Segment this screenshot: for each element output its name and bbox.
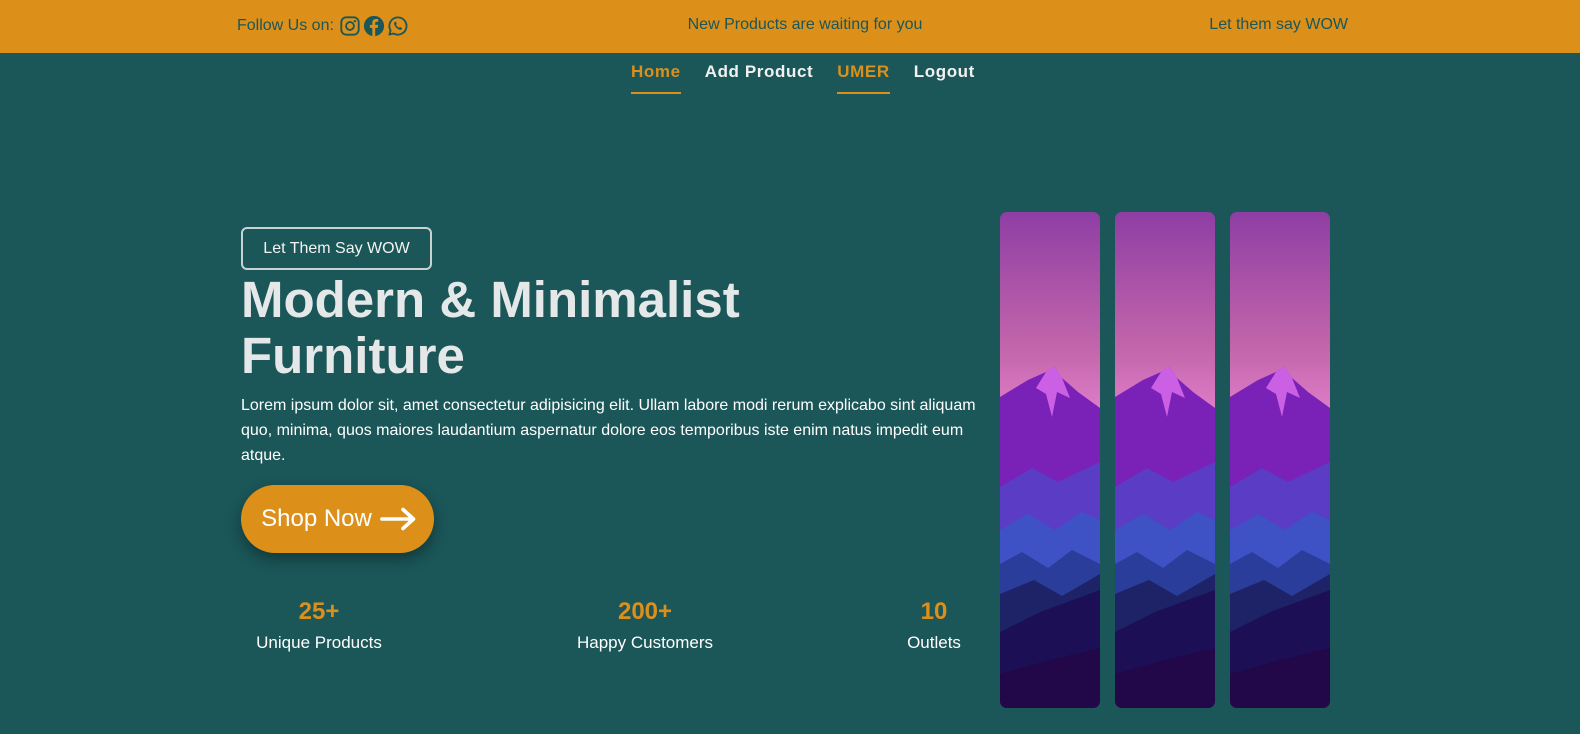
stat-label: Unique Products — [256, 633, 382, 652]
nav-item-logout[interactable]: Logout — [914, 62, 975, 94]
shop-now-label: Shop Now — [261, 505, 372, 532]
mountain-image-panel — [1115, 212, 1215, 708]
arrow-right-icon — [380, 507, 416, 531]
stat-value: 10 — [920, 598, 948, 625]
mountain-image-panel — [1000, 212, 1100, 708]
stat-unique-products: 25+ Unique Products — [249, 597, 389, 654]
main-nav: Home Add Product UMER Logout — [0, 62, 1580, 94]
top-announcement-bar: Follow Us on: New Products are waiting f… — [0, 0, 1580, 53]
stat-outlets: 10 Outlets — [894, 597, 974, 654]
hero-description: Lorem ipsum dolor sit, amet consectetur … — [241, 397, 976, 464]
stat-label: Outlets — [907, 633, 961, 652]
stat-value: 25+ — [298, 598, 340, 625]
mountain-image-panel — [1230, 212, 1330, 708]
nav-item-add-product[interactable]: Add Product — [705, 62, 814, 94]
slogan-text: Let them say WOW — [1209, 16, 1348, 33]
nav-item-home[interactable]: Home — [631, 62, 681, 94]
shop-now-button[interactable]: Shop Now — [241, 485, 434, 553]
hero-tagline-badge: Let Them Say WOW — [241, 227, 432, 270]
stat-value: 200+ — [617, 598, 673, 625]
stat-label: Happy Customers — [576, 633, 714, 652]
nav-item-user[interactable]: UMER — [837, 62, 890, 94]
hero-title: Modern & Minimalist Furniture — [241, 271, 740, 384]
stat-happy-customers: 200+ Happy Customers — [569, 597, 721, 654]
